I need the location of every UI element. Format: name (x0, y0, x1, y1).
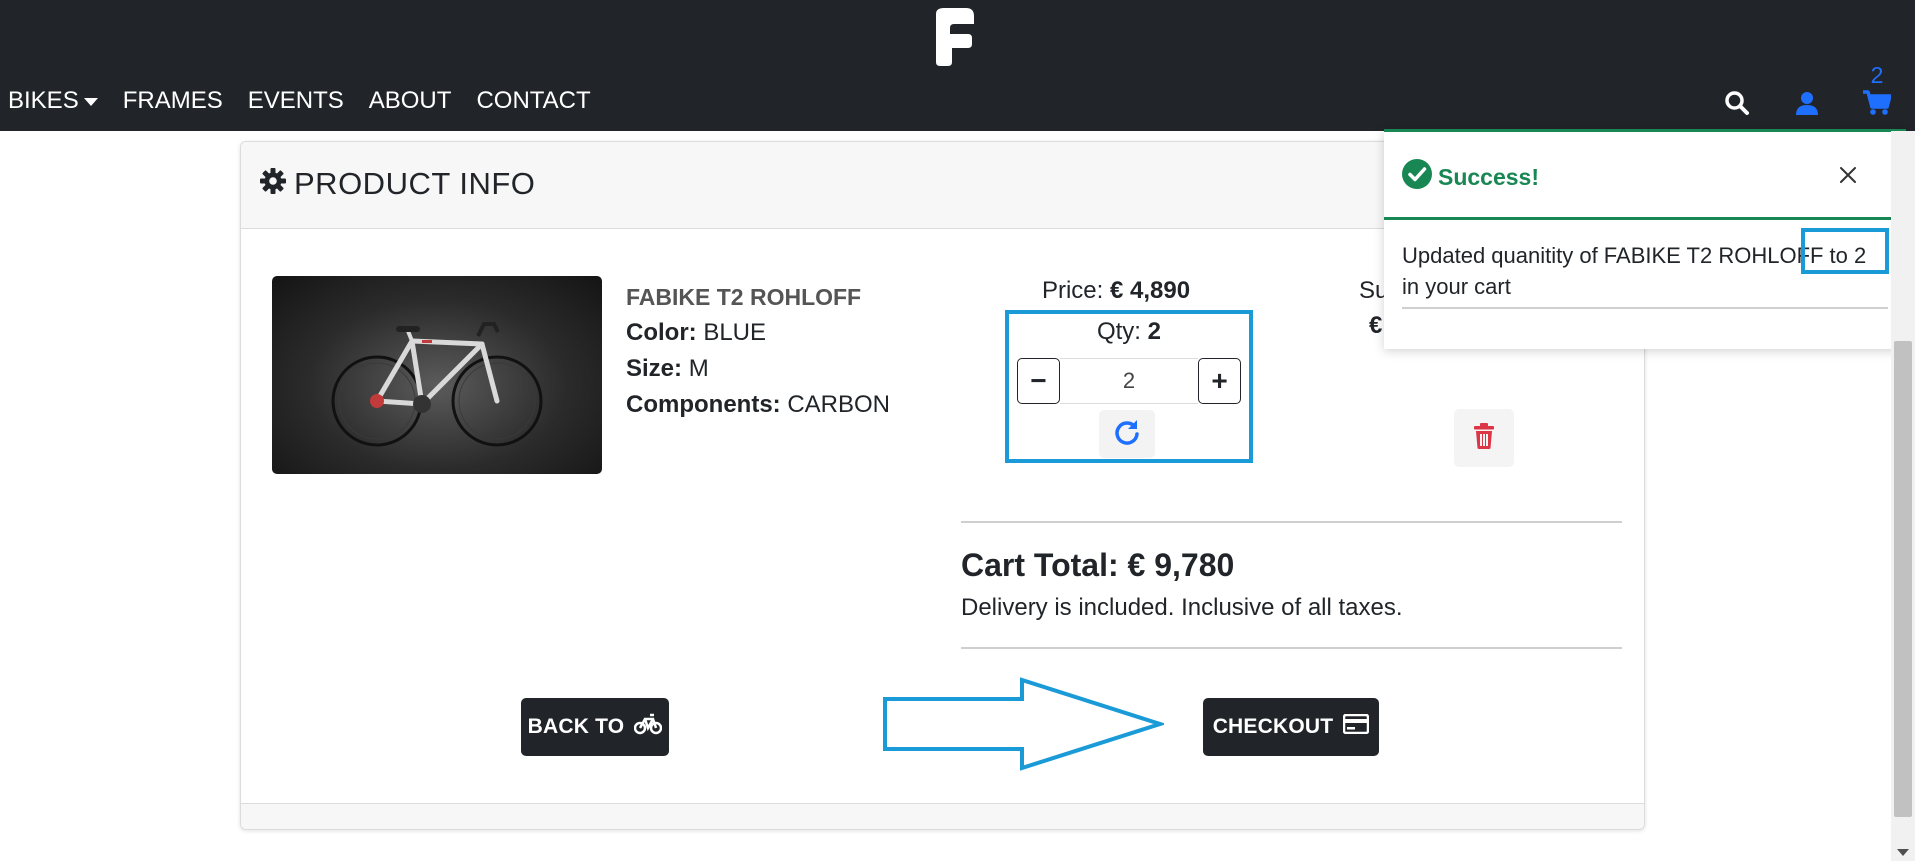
nav-contact[interactable]: CONTACT (476, 86, 590, 116)
user-icon[interactable] (1792, 88, 1822, 118)
product-size: Size: M (626, 355, 709, 383)
card-title-text: PRODUCT INFO (294, 166, 536, 201)
product-color-label: Color: (626, 319, 697, 346)
cart-icon[interactable] (1862, 88, 1892, 118)
annotation-arrow (882, 677, 1167, 776)
nav-bikes-label: BIKES (8, 87, 79, 114)
update-quantity-button[interactable] (1099, 410, 1155, 458)
cart-total-value: € 9,780 (1127, 547, 1235, 583)
product-components-value: CARBON (787, 391, 891, 418)
message-highlight-box (1801, 228, 1889, 274)
card-footer (241, 803, 1644, 829)
nav-frames[interactable]: FRAMES (123, 86, 223, 116)
checkout-button[interactable]: CHECKOUT (1203, 698, 1379, 756)
back-button-label: BACK TO (527, 715, 625, 738)
cart-count-badge: 2 (1870, 62, 1884, 88)
refresh-icon (1113, 418, 1141, 451)
product-size-value: M (688, 355, 709, 382)
top-navbar: BIKES FRAMES EVENTS ABOUT CONTACT 2 (0, 0, 1915, 131)
page-scrollbar[interactable] (1891, 131, 1915, 861)
divider-bottom (961, 647, 1622, 649)
product-name: FABIKE T2 ROHLOFF (626, 284, 862, 310)
subtotal-value: € (1369, 312, 1383, 339)
price-value: € 4,890 (1109, 277, 1191, 304)
cart-total-label: Cart Total: (961, 547, 1119, 583)
increase-quantity-button[interactable]: + (1198, 358, 1241, 404)
product-components-label: Components: (626, 391, 781, 418)
back-to-bikes-button[interactable]: BACK TO (521, 698, 669, 756)
quantity-input[interactable]: 2 (1060, 358, 1198, 404)
nav-events[interactable]: EVENTS (248, 86, 344, 116)
delivery-note: Delivery is included. Inclusive of all t… (961, 594, 1403, 621)
toast-divider (1402, 307, 1888, 309)
remove-item-button[interactable] (1454, 409, 1514, 467)
qty-label-text: Qty: (1096, 318, 1141, 345)
product-image[interactable] (272, 276, 602, 474)
check-circle-icon (1402, 159, 1438, 195)
main-nav: BIKES FRAMES EVENTS ABOUT CONTACT (8, 86, 616, 116)
brand-logo[interactable] (930, 8, 978, 66)
trash-icon (1473, 422, 1495, 454)
decrease-quantity-button[interactable]: − (1017, 358, 1060, 404)
price-label: Price: (1041, 277, 1104, 304)
card-title: PRODUCT INFO (260, 166, 535, 202)
search-icon[interactable] (1722, 88, 1752, 118)
bicycle-icon (624, 713, 663, 741)
unit-price: Price: € 4,890 (1041, 277, 1191, 305)
quantity-highlight-box: Qty: 2 − 2 + (1005, 310, 1253, 463)
scroll-down-arrow-icon[interactable] (1897, 849, 1909, 856)
gear-icon (260, 166, 294, 202)
product-color: Color: BLUE (626, 319, 766, 347)
product-size-label: Size: (626, 355, 683, 382)
cart-total: Cart Total: € 9,780 (961, 547, 1234, 584)
toast-header: Success! (1384, 132, 1906, 220)
chevron-down-icon (83, 98, 98, 106)
divider-top (961, 521, 1622, 523)
nav-bikes[interactable]: BIKES (8, 86, 98, 116)
qty-label-value: 2 (1147, 318, 1162, 345)
product-color-value: BLUE (703, 319, 767, 346)
checkout-button-label: CHECKOUT (1212, 715, 1334, 738)
quantity-stepper: − 2 + (1017, 358, 1241, 404)
product-components: Components: CARBON (626, 391, 890, 419)
quantity-label: Qty: 2 (1009, 318, 1249, 346)
close-icon[interactable] (1833, 160, 1863, 190)
scrollbar-thumb[interactable] (1894, 341, 1912, 817)
toast-title-text: Success! (1438, 163, 1540, 190)
credit-card-icon (1333, 713, 1370, 740)
toast-title: Success! (1402, 159, 1539, 195)
nav-about[interactable]: ABOUT (369, 86, 452, 116)
